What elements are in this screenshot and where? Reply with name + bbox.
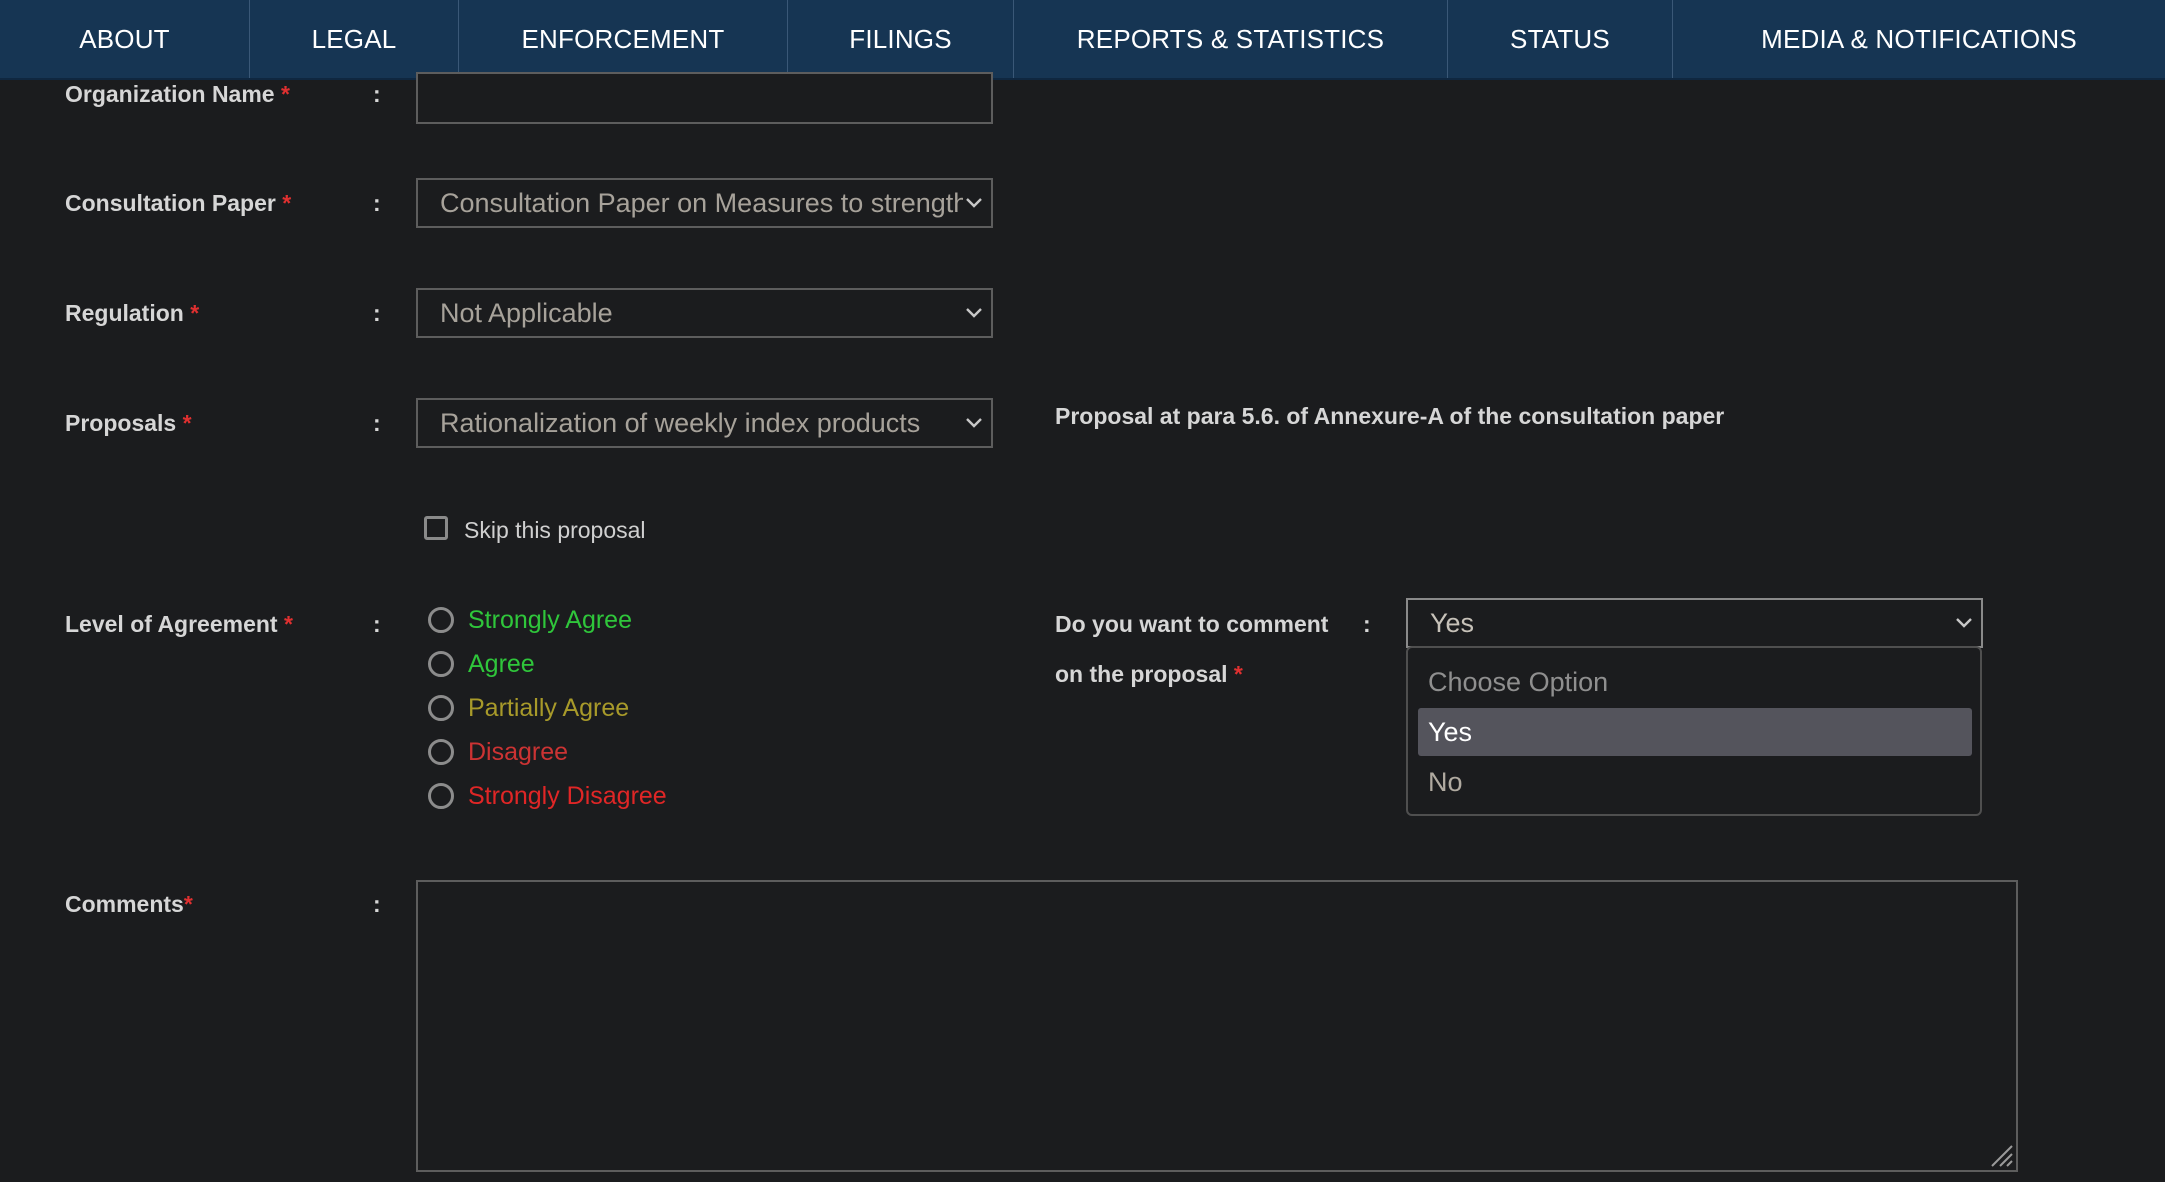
colon-separator: : — [373, 300, 381, 326]
chevron-down-icon — [963, 412, 985, 434]
organization-name-input[interactable] — [416, 72, 993, 124]
required-mark: * — [283, 611, 293, 637]
dropdown-option-no[interactable]: No — [1418, 758, 1972, 806]
skip-proposal-checkbox[interactable] — [424, 516, 448, 540]
required-mark: * — [183, 891, 193, 917]
proposals-value: Rationalization of weekly index products — [440, 407, 921, 438]
nav-enforcement[interactable]: ENFORCEMENT — [459, 0, 788, 78]
required-mark: * — [190, 300, 200, 326]
nav-status[interactable]: STATUS — [1448, 0, 1673, 78]
colon-separator: : — [373, 81, 381, 107]
nav-filings[interactable]: FILINGS — [788, 0, 1014, 78]
resize-handle-icon[interactable] — [1982, 1136, 2014, 1168]
radio-label-agree: Agree — [468, 650, 535, 678]
radio-partially-agree[interactable] — [428, 695, 454, 721]
chevron-down-icon — [1953, 612, 1975, 634]
comment-choice-select[interactable]: Yes — [1406, 598, 1983, 648]
nav-media-notifications[interactable]: MEDIA & NOTIFICATIONS — [1673, 0, 2165, 78]
required-mark: * — [1233, 661, 1243, 687]
regulation-select[interactable]: Not Applicable — [416, 288, 993, 338]
chevron-down-icon — [963, 302, 985, 324]
nav-about[interactable]: ABOUT — [0, 0, 250, 78]
nav-reports-statistics[interactable]: REPORTS & STATISTICS — [1014, 0, 1448, 78]
agreement-label-text: Level of Agreement — [65, 611, 278, 637]
radio-strongly-agree[interactable] — [428, 607, 454, 633]
top-navigation: ABOUT LEGAL ENFORCEMENT FILINGS REPORTS … — [0, 0, 2165, 80]
organization-name-label-text: Organization Name — [65, 81, 275, 107]
proposals-select[interactable]: Rationalization of weekly index products — [416, 398, 993, 448]
radio-label-partially-agree: Partially Agree — [468, 694, 630, 722]
consultation-paper-select[interactable]: Consultation Paper on Measures to streng… — [416, 178, 993, 228]
colon-separator: : — [1363, 611, 1371, 637]
page: ABOUT LEGAL ENFORCEMENT FILINGS REPORTS … — [0, 0, 2165, 1182]
nav-legal[interactable]: LEGAL — [250, 0, 459, 78]
radio-label-disagree: Disagree — [468, 738, 569, 766]
radio-disagree[interactable] — [428, 739, 454, 765]
regulation-value: Not Applicable — [440, 297, 613, 328]
radio-agree[interactable] — [428, 651, 454, 677]
colon-separator: : — [373, 891, 381, 917]
organization-name-label: Organization Name * — [65, 81, 290, 108]
colon-separator: : — [373, 410, 381, 436]
colon-separator: : — [373, 611, 381, 637]
comment-choice-dropdown-list: Choose Option Yes No — [1406, 646, 1982, 816]
proposal-reference-note: Proposal at para 5.6. of Annexure-A of t… — [1055, 403, 1725, 429]
dropdown-option-choose[interactable]: Choose Option — [1418, 658, 1972, 706]
required-mark: * — [282, 190, 292, 216]
dropdown-option-yes[interactable]: Yes — [1418, 708, 1972, 756]
radio-strongly-disagree[interactable] — [428, 783, 454, 809]
radio-label-strongly-agree: Strongly Agree — [468, 606, 632, 634]
comments-label-text: Comments — [65, 891, 184, 917]
skip-proposal-label: Skip this proposal — [464, 517, 646, 543]
proposals-label-text: Proposals — [65, 410, 177, 436]
consultation-paper-label-text: Consultation Paper — [65, 190, 276, 216]
comment-choice-value: Yes — [1430, 607, 1475, 638]
comments-label: Comments* — [65, 891, 193, 918]
radio-label-strongly-disagree: Strongly Disagree — [468, 782, 667, 810]
comments-textarea[interactable] — [416, 880, 2018, 1172]
consultation-paper-value: Consultation Paper on Measures to streng… — [440, 187, 963, 218]
comment-choice-label-line1: Do you want to comment — [1055, 611, 1329, 637]
required-mark: * — [281, 81, 290, 107]
chevron-down-icon — [963, 192, 985, 214]
proposals-label: Proposals * — [65, 410, 192, 437]
comment-choice-label-line2-text: on the proposal — [1055, 661, 1228, 687]
comment-choice-label-line2: on the proposal * — [1055, 661, 1243, 688]
required-mark: * — [182, 410, 192, 436]
colon-separator: : — [373, 190, 381, 216]
consultation-paper-label: Consultation Paper * — [65, 190, 291, 217]
agreement-label: Level of Agreement * — [65, 611, 293, 638]
regulation-label-text: Regulation — [65, 300, 184, 326]
regulation-label: Regulation * — [65, 300, 199, 327]
